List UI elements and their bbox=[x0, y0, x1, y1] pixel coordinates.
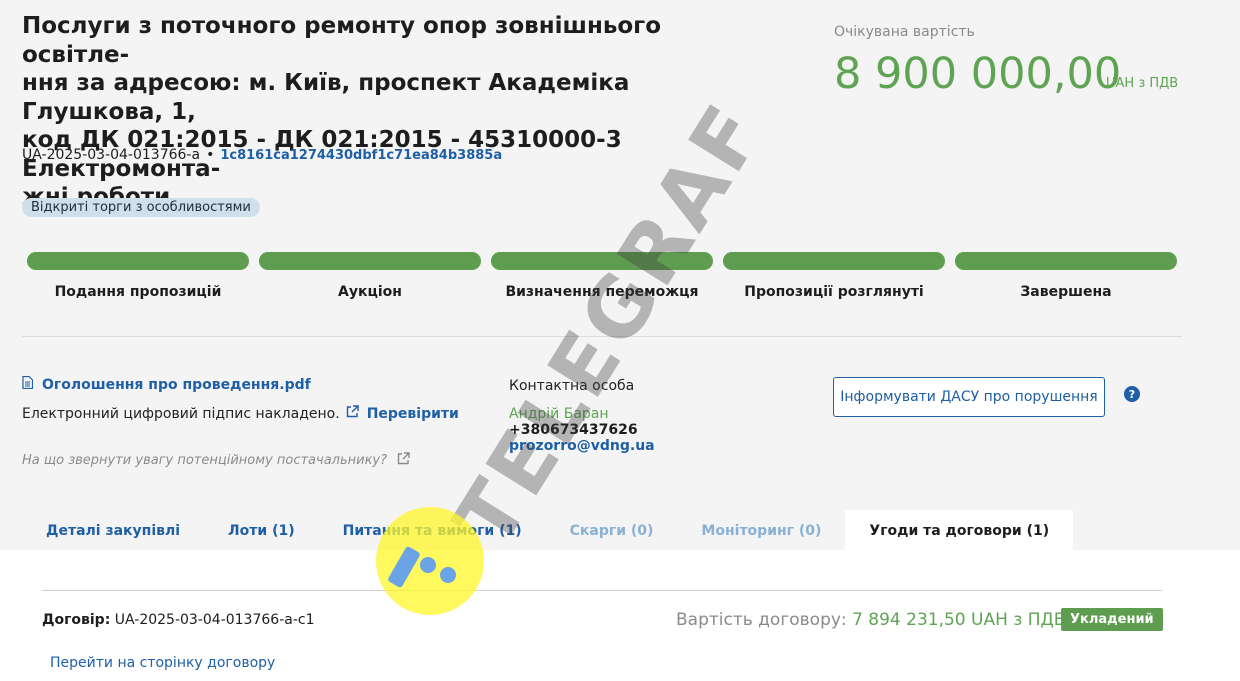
tender-hash-link[interactable]: 1c8161ca1274430dbf1c71ea84b3885a bbox=[220, 148, 502, 163]
external-link-icon bbox=[346, 405, 359, 422]
tender-tabs: Деталі закупівлі Лоти (1) Питання та вим… bbox=[22, 510, 1074, 550]
stage-progress-bar bbox=[723, 252, 945, 270]
stage-progress-bar bbox=[955, 252, 1177, 270]
stage-progress-bar bbox=[27, 252, 249, 270]
inform-dasu-button[interactable]: Інформувати ДАСУ про порушення bbox=[833, 377, 1105, 417]
section-divider bbox=[22, 336, 1182, 337]
contracts-panel: Договір: UA-2025-03-04-013766-a-c1 Варті… bbox=[0, 550, 1240, 681]
stage-label: Визначення переможця bbox=[505, 284, 699, 300]
stage-label: Подання пропозицій bbox=[54, 284, 222, 300]
stage-progress-bar bbox=[259, 252, 481, 270]
stage-submission: Подання пропозицій bbox=[27, 252, 249, 300]
signature-row: Електронний цифровий підпис накладено. П… bbox=[22, 405, 459, 422]
tender-identifiers: UA-2025-03-04-013766-a • 1c8161ca1274430db… bbox=[22, 147, 502, 163]
separator-dot: • bbox=[206, 147, 215, 163]
stage-label: Завершена bbox=[1020, 284, 1112, 300]
stage-completed: Завершена bbox=[955, 252, 1177, 300]
signature-text: Електронний цифровий підпис накладено. bbox=[22, 405, 340, 422]
stage-auction: Аукціон bbox=[259, 252, 481, 300]
goto-contract-link[interactable]: Перейти на сторінку договору bbox=[50, 655, 275, 671]
contact-email-link[interactable]: prozorro@vdng.ua bbox=[509, 438, 655, 454]
supplier-hint-link[interactable]: На що звернути увагу потенційному постач… bbox=[22, 452, 410, 469]
tab-questions[interactable]: Питання та вимоги (1) bbox=[319, 510, 546, 550]
tender-title: Послуги з поточного ремонту опор зовнішн… bbox=[22, 13, 661, 210]
expected-price-label: Очікувана вартість bbox=[834, 24, 975, 40]
tab-lots[interactable]: Лоти (1) bbox=[204, 510, 319, 550]
document-icon bbox=[22, 375, 34, 393]
stage-label: Аукціон bbox=[338, 284, 402, 300]
contract-price-label: Вартість договору: bbox=[676, 610, 847, 630]
announcement-document-link[interactable]: Оголошення про проведення.pdf bbox=[22, 375, 311, 393]
tab-monitoring[interactable]: Моніторинг (0) bbox=[677, 510, 845, 550]
contract-id-row: Договір: UA-2025-03-04-013766-a-c1 bbox=[42, 612, 314, 628]
tab-procurement-details[interactable]: Деталі закупівлі bbox=[22, 510, 204, 550]
tab-complaints[interactable]: Скарги (0) bbox=[546, 510, 678, 550]
contract-status-badge: Укладений bbox=[1061, 608, 1163, 631]
contact-name: Андрій Баран bbox=[509, 406, 609, 422]
tab-contracts[interactable]: Угоди та договори (1) bbox=[845, 510, 1074, 550]
contracts-divider bbox=[42, 590, 1162, 591]
tender-id: UA-2025-03-04-013766-a bbox=[22, 147, 201, 163]
procedure-type-badge: Відкриті торги з особливостями bbox=[22, 198, 260, 217]
supplier-hint-text: На що звернути увагу потенційному постач… bbox=[22, 453, 388, 468]
help-icon[interactable]: ? bbox=[1124, 386, 1140, 402]
contract-id-label: Договір: bbox=[42, 612, 111, 628]
expected-price-currency: UAH з ПДВ bbox=[1106, 76, 1179, 91]
contract-price-value: 7 894 231,50 UAH з ПДВ bbox=[852, 610, 1066, 630]
stage-winner-selection: Визначення переможця bbox=[491, 252, 713, 300]
contract-price-row: Вартість договору: 7 894 231,50 UAH з ПД… bbox=[676, 610, 1065, 630]
external-link-icon bbox=[397, 452, 410, 469]
stage-label: Пропозиції розглянуті bbox=[744, 284, 924, 300]
stage-proposals-reviewed: Пропозиції розглянуті bbox=[723, 252, 945, 300]
contact-label: Контактна особа bbox=[509, 378, 635, 394]
announcement-document-label: Оголошення про проведення.pdf bbox=[42, 376, 311, 393]
verify-signature-link[interactable]: Перевірити bbox=[367, 406, 459, 422]
expected-price-value: 8 900 000,00 bbox=[834, 49, 1122, 99]
contact-person-block: Контактна особа Андрій Баран +3806734376… bbox=[509, 378, 655, 454]
contract-id: UA-2025-03-04-013766-a-c1 bbox=[114, 612, 315, 628]
stage-progress-bar bbox=[491, 252, 713, 270]
contact-phone: +380673437626 bbox=[509, 422, 638, 438]
